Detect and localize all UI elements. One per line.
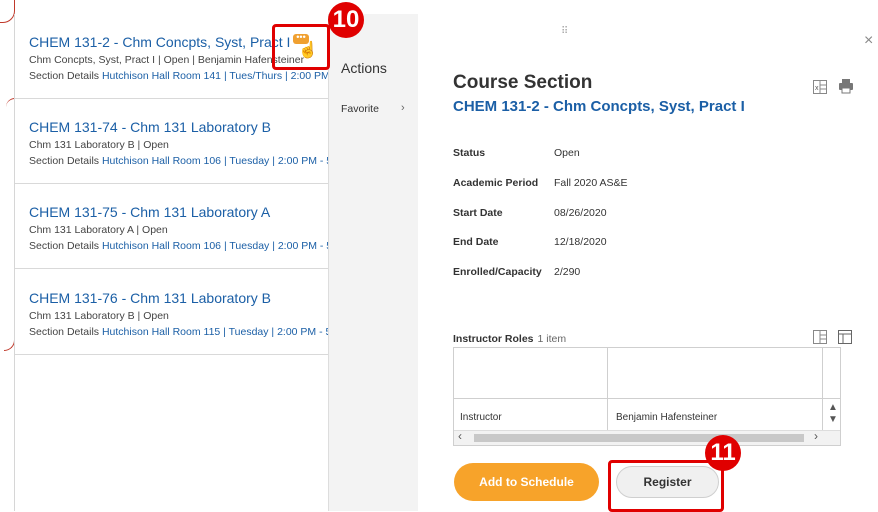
list-item[interactable]: CHEM 131-74 - Chm 131 Laboratory B Chm 1… (15, 98, 329, 184)
horizontal-scrollbar[interactable]: ‹ › (454, 429, 840, 445)
field-label-status: Status (453, 147, 486, 159)
field-label-enrolled-capacity: Enrolled/Capacity (453, 266, 542, 278)
course-subtitle: Chm Concpts, Syst, Pract I | Open | Benj… (29, 54, 305, 66)
course-title-link[interactable]: CHEM 131-75 - Chm 131 Laboratory A (29, 204, 270, 220)
section-details: Section Details Hutchison Hall Room 115 … (29, 326, 329, 338)
scroll-up-icon[interactable]: ▲ (828, 402, 838, 413)
column-divider (607, 348, 608, 430)
section-details-link[interactable]: Hutchison Hall Room 106 | Tuesday | 2:00… (102, 240, 329, 252)
table-view-icon[interactable] (838, 330, 852, 344)
course-title-link[interactable]: CHEM 131-76 - Chm 131 Laboratory B (29, 290, 271, 306)
field-label-start-date: Start Date (453, 207, 503, 219)
section-details: Section Details Hutchison Hall Room 106 … (29, 155, 329, 167)
table-cell-role: Instructor (460, 412, 502, 423)
course-subtitle: Chm 131 Laboratory B | Open (29, 310, 169, 322)
field-label-academic-period: Academic Period (453, 177, 539, 189)
annotation-highlight-related-actions (272, 24, 330, 70)
section-details-link[interactable]: Hutchison Hall Room 106 | Tuesday | 2:00… (102, 155, 329, 167)
actions-panel: Actions Favorite › (328, 14, 419, 511)
scroll-down-icon[interactable]: ▼ (828, 414, 838, 425)
section-details-link[interactable]: Hutchison Hall Room 115 | Tuesday | 2:00… (102, 326, 329, 338)
scroll-left-icon[interactable]: ‹ (458, 429, 462, 443)
add-to-schedule-button[interactable]: Add to Schedule (454, 463, 599, 501)
course-section-panel: ⠿ × Course Section CHEM 131-2 - Chm Conc… (418, 14, 878, 511)
print-icon[interactable] (838, 78, 854, 94)
table-cell-instructor: Benjamin Hafensteiner (616, 412, 718, 423)
list-item[interactable]: CHEM 131-76 - Chm 131 Laboratory B Chm 1… (15, 268, 329, 355)
export-excel-icon[interactable] (813, 330, 827, 344)
field-value-enrolled-capacity: 2/290 (554, 266, 581, 278)
page-title: Course Section (453, 72, 593, 93)
instructor-roles-label: Instructor Roles 1 item (453, 333, 566, 345)
left-bracket (0, 0, 15, 23)
chevron-right-icon[interactable]: › (401, 102, 405, 114)
section-details-label: Section Details (29, 155, 100, 167)
instructor-roles-table: Instructor Benjamin Hafensteiner ▲ ▼ ‹ › (453, 347, 841, 446)
favorite-action[interactable]: Favorite (341, 103, 379, 115)
scrollbar-thumb[interactable] (474, 434, 804, 442)
field-value-academic-period: Fall 2020 AS&E (554, 177, 628, 189)
course-section-name: CHEM 131-2 - Chm Concpts, Syst, Pract I (453, 98, 745, 115)
column-divider (822, 348, 823, 430)
section-details-link[interactable]: Hutchison Hall Room 141 | Tues/Thurs | 2… (102, 70, 329, 82)
field-value-start-date: 08/26/2020 (554, 207, 607, 219)
section-details-label: Section Details (29, 240, 100, 252)
annotation-highlight-register (608, 460, 724, 512)
field-value-status: Open (554, 147, 580, 159)
section-details: Section Details Hutchison Hall Room 106 … (29, 240, 329, 252)
close-icon[interactable]: × (864, 32, 873, 50)
drag-handle-icon[interactable]: ⠿ (561, 26, 569, 37)
course-title-link[interactable]: CHEM 131-2 - Chm Concpts, Syst, Pract I (29, 34, 290, 50)
field-label-end-date: End Date (453, 236, 499, 248)
annotation-step-badge: 11 (705, 435, 741, 471)
actions-heading: Actions (341, 60, 387, 76)
section-details-label: Section Details (29, 70, 100, 82)
export-excel-icon[interactable]: x (813, 80, 827, 94)
course-section-list: CHEM 131-2 - Chm Concpts, Syst, Pract I … (14, 14, 329, 511)
instructor-roles-count: 1 item (537, 333, 567, 345)
course-subtitle: Chm 131 Laboratory A | Open (29, 224, 168, 236)
scroll-right-icon[interactable]: › (814, 429, 818, 443)
course-title-link[interactable]: CHEM 131-74 - Chm 131 Laboratory B (29, 119, 271, 135)
instructor-roles-title: Instructor Roles (453, 333, 534, 345)
table-header (454, 348, 840, 399)
list-item[interactable]: CHEM 131-75 - Chm 131 Laboratory A Chm 1… (15, 183, 329, 269)
annotation-step-badge: 10 (328, 2, 364, 38)
section-details-label: Section Details (29, 326, 100, 338)
svg-text:x: x (815, 85, 819, 92)
section-details: Section Details Hutchison Hall Room 141 … (29, 70, 329, 82)
field-value-end-date: 12/18/2020 (554, 236, 607, 248)
course-subtitle: Chm 131 Laboratory B | Open (29, 139, 169, 151)
